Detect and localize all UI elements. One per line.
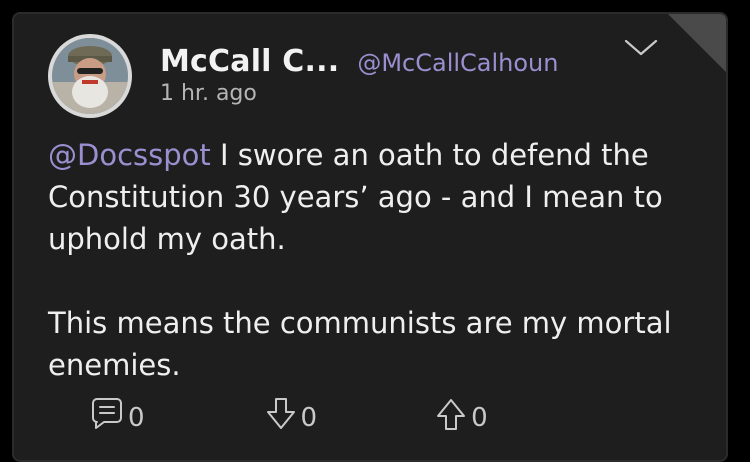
author-display-name[interactable]: McCall C... xyxy=(160,44,339,79)
comment-icon xyxy=(90,396,124,439)
post-actions: 0 0 0 xyxy=(90,396,488,439)
post-body: @Docsspot I swore an oath to defend the … xyxy=(48,134,708,386)
arrow-up-icon xyxy=(435,396,467,439)
upvote-button[interactable]: 0 xyxy=(435,396,488,439)
mention-link[interactable]: @Docsspot xyxy=(48,138,211,172)
avatar-image xyxy=(52,38,128,114)
post-timestamp[interactable]: 1 hr. ago xyxy=(160,81,686,106)
comment-count: 0 xyxy=(128,402,145,433)
downvote-button[interactable]: 0 xyxy=(265,396,318,439)
post-card: McCall C... @McCallCalhoun 1 hr. ago @Do… xyxy=(12,12,728,462)
comment-button[interactable]: 0 xyxy=(90,396,145,439)
post-header: McCall C... @McCallCalhoun 1 hr. ago xyxy=(160,44,686,106)
author-handle[interactable]: @McCallCalhoun xyxy=(357,49,558,77)
post-paragraph-1: @Docsspot I swore an oath to defend the … xyxy=(48,134,708,260)
downvote-count: 0 xyxy=(300,402,318,433)
arrow-down-icon xyxy=(265,396,297,439)
avatar[interactable] xyxy=(48,34,132,118)
post-paragraph-2: This means the communists are my mortal … xyxy=(48,306,672,382)
upvote-count: 0 xyxy=(471,402,488,433)
chevron-down-icon[interactable] xyxy=(624,38,658,62)
